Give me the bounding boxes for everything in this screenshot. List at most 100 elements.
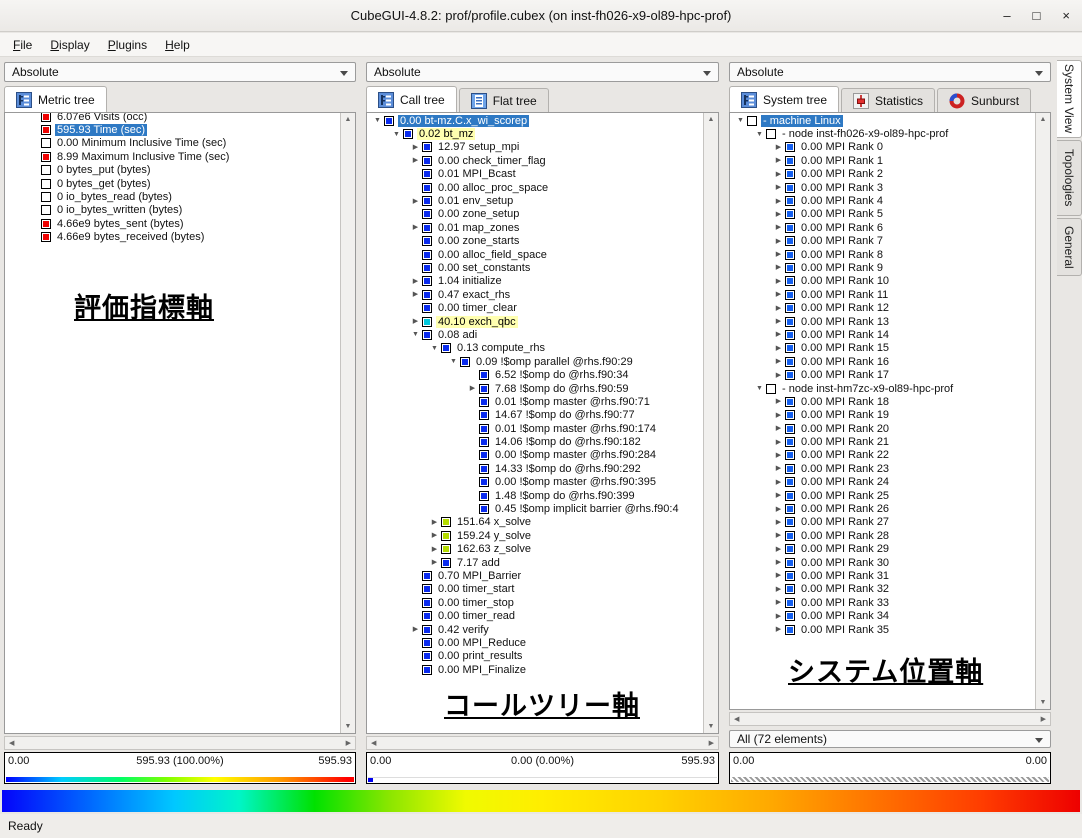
- tree-item-label[interactable]: 0.01 !$omp master @rhs.f90:174: [493, 423, 658, 435]
- vertical-scrollbar[interactable]: ▲ ▼: [1035, 113, 1050, 709]
- tree-item-label[interactable]: 0.47 exact_rhs: [436, 289, 512, 301]
- expand-icon[interactable]: ▶: [409, 315, 422, 328]
- scroll-right-icon[interactable]: ▶: [1041, 715, 1046, 723]
- tree-row[interactable]: 0.00 alloc_proc_space: [367, 181, 702, 194]
- tree-item-label[interactable]: 0.00 print_results: [436, 650, 524, 662]
- tree-item-label[interactable]: 0.00 MPI Rank 2: [799, 168, 885, 180]
- expand-icon[interactable]: ▶: [772, 369, 785, 382]
- expand-icon[interactable]: ▶: [772, 395, 785, 408]
- tree-item-label[interactable]: 0.45 !$omp implicit barrier @rhs.f90:4: [493, 503, 681, 515]
- tree-item-label[interactable]: 0.70 MPI_Barrier: [436, 570, 523, 582]
- collapse-icon[interactable]: ▼: [753, 128, 766, 141]
- tree-row[interactable]: 0.00 !$omp master @rhs.f90:395: [367, 476, 702, 489]
- tree-row[interactable]: ▼- node inst-hm7zc-x9-ol89-hpc-prof: [730, 382, 1034, 395]
- expand-icon[interactable]: ▶: [428, 543, 441, 556]
- tree-row[interactable]: ▶0.00 MPI Rank 7: [730, 235, 1034, 248]
- tree-item-label[interactable]: 595.93 Time (sec): [55, 124, 147, 136]
- vertical-scrollbar[interactable]: ▲ ▼: [340, 113, 355, 733]
- tree-row[interactable]: 0.00 timer_clear: [367, 301, 702, 314]
- tree-row[interactable]: ▶0.00 MPI Rank 22: [730, 449, 1034, 462]
- tree-row[interactable]: 14.33 !$omp do @rhs.f90:292: [367, 462, 702, 475]
- expand-icon[interactable]: ▶: [409, 623, 422, 636]
- expand-icon[interactable]: ▶: [772, 248, 785, 261]
- tree-item-label[interactable]: 0.00 MPI Rank 16: [799, 356, 891, 368]
- expand-icon[interactable]: ▶: [772, 261, 785, 274]
- tree-row[interactable]: 0 bytes_get (bytes): [5, 177, 339, 190]
- tree-item-label[interactable]: 14.06 !$omp do @rhs.f90:182: [493, 436, 643, 448]
- expand-icon[interactable]: ▶: [772, 355, 785, 368]
- scroll-down-icon[interactable]: ▼: [1036, 699, 1050, 706]
- tree-row[interactable]: ▶0.00 MPI Rank 30: [730, 556, 1034, 569]
- tree-row[interactable]: ▶159.24 y_solve: [367, 529, 702, 542]
- tree-item-label[interactable]: 6.07e6 Visits (occ): [55, 112, 149, 123]
- tree-row[interactable]: 14.06 !$omp do @rhs.f90:182: [367, 435, 702, 448]
- expand-icon[interactable]: ▶: [772, 503, 785, 516]
- tree-row[interactable]: ▶ 0.00 MPI Rank 18: [730, 395, 1034, 408]
- tree-row[interactable]: 14.67 !$omp do @rhs.f90:77: [367, 409, 702, 422]
- horizontal-scrollbar[interactable]: ◀ ▶: [729, 712, 1051, 726]
- tree-row[interactable]: ▶ 40.10 exch_qbc: [367, 315, 702, 328]
- tree-row[interactable]: ▶7.17 add: [367, 556, 702, 569]
- collapse-icon[interactable]: ▼: [447, 355, 460, 368]
- tree-item-label[interactable]: 0.00 MPI Rank 23: [799, 463, 891, 475]
- expand-icon[interactable]: ▶: [772, 422, 785, 435]
- tree-item-label[interactable]: - node inst-fh026-x9-ol89-hpc-prof: [780, 128, 950, 140]
- tree-row[interactable]: ▶0.00 MPI Rank 31: [730, 569, 1034, 582]
- tree-item-label[interactable]: 0.00 MPI Rank 31: [799, 570, 891, 582]
- tree-item-label[interactable]: 0.00 MPI Rank 29: [799, 543, 891, 555]
- tree-item-label[interactable]: 0.00 MPI Rank 22: [799, 449, 891, 461]
- tree-item-label[interactable]: 0.00 zone_setup: [436, 208, 521, 220]
- tree-item-label[interactable]: 6.52 !$omp do @rhs.f90:34: [493, 369, 630, 381]
- tree-row[interactable]: ▶ 0.00 MPI Rank 16: [730, 355, 1034, 368]
- tree-row[interactable]: ▶0.00 MPI Rank 28: [730, 529, 1034, 542]
- tree-row[interactable]: ▶0.00 MPI Rank 23: [730, 462, 1034, 475]
- tree-item-label[interactable]: 0.00 MPI Rank 18: [799, 396, 891, 408]
- expand-icon[interactable]: ▶: [409, 195, 422, 208]
- tree-row[interactable]: 0.00 zone_setup: [367, 208, 702, 221]
- expand-icon[interactable]: ▶: [772, 596, 785, 609]
- expand-icon[interactable]: ▶: [409, 288, 422, 301]
- tab-call-tree[interactable]: Call tree: [366, 86, 457, 112]
- tree-item-label[interactable]: 0.00 MPI Rank 26: [799, 503, 891, 515]
- collapse-icon[interactable]: ▼: [390, 128, 403, 141]
- expand-icon[interactable]: ▶: [428, 556, 441, 569]
- tree-row[interactable]: 0.00 timer_start: [367, 583, 702, 596]
- expand-icon[interactable]: ▶: [772, 583, 785, 596]
- expand-icon[interactable]: ▶: [428, 529, 441, 542]
- tree-row[interactable]: 0.01 MPI_Bcast: [367, 168, 702, 181]
- scroll-down-icon[interactable]: ▼: [704, 723, 718, 730]
- expand-icon[interactable]: ▶: [772, 610, 785, 623]
- expand-icon[interactable]: ▶: [772, 476, 785, 489]
- tree-item-label[interactable]: 0.00 !$omp master @rhs.f90:395: [493, 476, 658, 488]
- expand-icon[interactable]: ▶: [772, 623, 785, 636]
- tree-item-label[interactable]: 0.00 check_timer_flag: [436, 155, 548, 167]
- expand-icon[interactable]: ▶: [772, 436, 785, 449]
- tree-row[interactable]: 0.00 timer_read: [367, 609, 702, 622]
- expand-icon[interactable]: ▶: [772, 181, 785, 194]
- expand-icon[interactable]: ▶: [409, 221, 422, 234]
- tree-item-label[interactable]: 0.00 MPI Rank 7: [799, 235, 885, 247]
- tree-item-label[interactable]: 0 io_bytes_read (bytes): [55, 191, 174, 203]
- expand-icon[interactable]: ▶: [772, 195, 785, 208]
- tree-row[interactable]: ▶0.00 MPI Rank 33: [730, 596, 1034, 609]
- expand-icon[interactable]: ▶: [466, 382, 479, 395]
- expand-icon[interactable]: ▶: [772, 529, 785, 542]
- tree-row[interactable]: ▶0.00 MPI Rank 11: [730, 288, 1034, 301]
- tree-item-label[interactable]: 12.97 setup_mpi: [436, 141, 521, 153]
- tree-row[interactable]: 0.00 set_constants: [367, 261, 702, 274]
- tree-item-label[interactable]: 0.13 compute_rhs: [455, 342, 547, 354]
- tree-item-label[interactable]: 0.00 timer_read: [436, 610, 517, 622]
- tree-item-label[interactable]: 40.10 exch_qbc: [436, 316, 518, 328]
- expand-icon[interactable]: ▶: [772, 221, 785, 234]
- tree-row[interactable]: 4.66e9 bytes_received (bytes): [5, 231, 339, 244]
- metric-value-mode-combobox[interactable]: Absolute: [4, 62, 356, 82]
- tree-row[interactable]: ▶0.00 MPI Rank 12: [730, 301, 1034, 314]
- tree-item-label[interactable]: 1.04 initialize: [436, 275, 504, 287]
- tree-item-label[interactable]: 0.00 MPI Rank 20: [799, 423, 891, 435]
- tree-row[interactable]: 0 io_bytes_written (bytes): [5, 204, 339, 217]
- tree-item-label[interactable]: 0.01 !$omp master @rhs.f90:71: [493, 396, 652, 408]
- tree-item-label[interactable]: 0.01 map_zones: [436, 222, 521, 234]
- system-filter-combobox[interactable]: All (72 elements): [729, 730, 1051, 748]
- tree-item-label[interactable]: - machine Linux: [761, 115, 843, 127]
- tree-item-label[interactable]: 0.00 MPI Rank 12: [799, 302, 891, 314]
